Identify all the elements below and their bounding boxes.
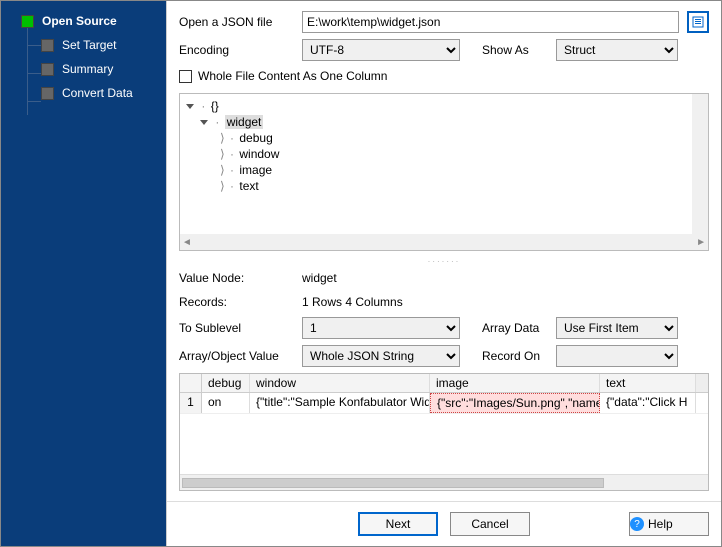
arraydata-select[interactable]: Use First Item [556,317,678,339]
browse-button[interactable] [687,11,709,33]
arraydata-label: Array Data [468,321,548,335]
splitter-handle[interactable]: ······· [179,257,709,263]
tree-node-label: debug [239,131,272,145]
step-status-icon [41,87,54,100]
records-label: Records: [179,295,294,309]
leaf-icon: ⟩ [220,179,225,193]
table-row[interactable]: 1 on {"title":"Sample Konfabulator Widge… [180,393,708,414]
step-label: Convert Data [62,86,133,100]
encoding-label: Encoding [179,43,294,57]
scroll-right-icon[interactable]: ► [696,237,706,248]
tree-node-label: text [239,179,258,193]
step-status-icon [41,63,54,76]
sublevel-label: To Sublevel [179,321,294,335]
tree-node-text[interactable]: ⟩ · text [186,178,702,194]
records-value: 1 Rows 4 Columns [302,295,403,309]
value-node-value: widget [302,271,337,285]
browse-icon [692,16,704,28]
step-set-target[interactable]: Set Target [1,33,166,57]
step-status-icon [41,39,54,52]
arrobj-label: Array/Object Value [179,349,294,363]
recordon-select[interactable] [556,345,678,367]
help-icon: ? [630,517,644,531]
tree-node-label: window [239,147,279,161]
row-number: 1 [180,393,202,413]
expand-icon[interactable] [186,104,194,109]
help-button[interactable]: ? Help [629,512,709,536]
step-label: Summary [62,62,113,76]
tree-node-window[interactable]: ⟩ · window [186,146,702,162]
step-status-icon [21,15,34,28]
rownum-header [180,374,202,392]
table-hscrollbar[interactable] [180,474,708,490]
whole-file-checkbox[interactable] [179,70,192,83]
whole-file-label: Whole File Content As One Column [198,69,387,83]
expand-icon[interactable] [200,120,208,125]
cancel-button[interactable]: Cancel [450,512,530,536]
next-button[interactable]: Next [358,512,438,536]
tree-hscrollbar[interactable]: ◄ ► [180,234,708,250]
tree-node-widget[interactable]: · widget [186,114,702,130]
leaf-icon: ⟩ [220,147,225,161]
wizard-sidebar: Open Source Set Target Summary Convert D… [1,1,166,546]
step-summary[interactable]: Summary [1,57,166,81]
tree-root-label: {} [211,99,219,113]
col-header-window[interactable]: window [250,374,430,392]
json-tree[interactable]: · {} · widget ⟩ · debug ⟩ · window [179,93,709,251]
help-label: Help [648,517,673,531]
table-header-row: debug window image text [180,374,708,393]
tree-vscrollbar[interactable] [692,94,708,234]
cell-debug[interactable]: on [202,393,250,413]
tree-node-debug[interactable]: ⟩ · debug [186,130,702,146]
scroll-left-icon[interactable]: ◄ [182,237,192,248]
value-node-label: Value Node: [179,271,294,285]
encoding-select[interactable]: UTF-8 [302,39,460,61]
col-header-text[interactable]: text [600,374,696,392]
showas-select[interactable]: Struct [556,39,678,61]
scroll-thumb[interactable] [182,478,604,488]
leaf-icon: ⟩ [220,163,225,177]
col-header-debug[interactable]: debug [202,374,250,392]
preview-table: debug window image text 1 on {"title":"S… [179,373,709,491]
step-label: Open Source [42,14,117,28]
col-header-image[interactable]: image [430,374,600,392]
step-open-source[interactable]: Open Source [1,9,166,33]
recordon-label: Record On [468,349,548,363]
file-path-input[interactable] [302,11,679,33]
tree-node-label: image [239,163,272,177]
arrobj-select[interactable]: Whole JSON String [302,345,460,367]
cell-window[interactable]: {"title":"Sample Konfabulator Widget" [250,393,430,413]
cell-image[interactable]: {"src":"Images/Sun.png","name": [430,393,600,413]
tree-node-image[interactable]: ⟩ · image [186,162,702,178]
tree-root[interactable]: · {} [186,98,702,114]
open-file-label: Open a JSON file [179,15,294,29]
cell-text[interactable]: {"data":"Click H [600,393,696,413]
tree-node-label: widget [225,115,264,129]
leaf-icon: ⟩ [220,131,225,145]
sublevel-select[interactable]: 1 [302,317,460,339]
showas-label: Show As [468,43,548,57]
wizard-footer: Next Cancel ? Help [167,501,721,546]
step-label: Set Target [62,38,116,52]
step-convert-data[interactable]: Convert Data [1,81,166,105]
